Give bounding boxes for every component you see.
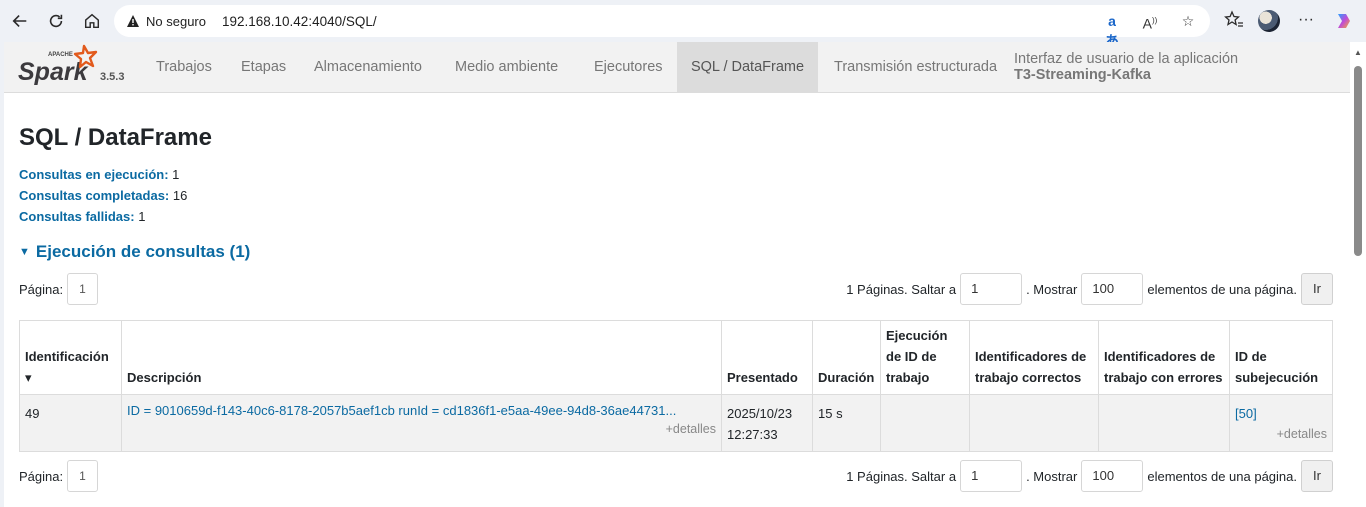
header-subejecucion[interactable]: ID de subejecución — [1229, 320, 1333, 395]
header-trabajos-correctos[interactable]: Identificadores de trabajo correctos — [969, 320, 1099, 395]
cell-description: ID = 9010659d-f143-40c6-8178-2057b5aef1c… — [121, 394, 722, 452]
summary-running-value: 1 — [172, 167, 180, 182]
pager-top: Página: 1 1 Páginas. Saltar a 1 . Mostra… — [19, 273, 1333, 307]
table-row: 49 ID = 9010659d-f143-40c6-8178-2057b5ae… — [19, 394, 1333, 452]
cell-id: 49 — [19, 394, 122, 452]
header-presentado[interactable]: Presentado — [721, 320, 813, 395]
app-title: Interfaz de usuario de la aplicación T3-… — [1014, 51, 1238, 83]
scroll-up-arrow-icon[interactable]: ▲ — [1354, 48, 1362, 57]
spark-version: 3.5.3 — [100, 71, 125, 83]
per-page-text: elementos de una página. — [1147, 468, 1297, 484]
page-size-input[interactable]: 100 — [1081, 460, 1144, 492]
show-text: . Mostrar — [1026, 468, 1078, 484]
page-label: Página: — [19, 469, 64, 484]
collapse-caret-icon: ▼ — [19, 246, 30, 258]
cell-sub-execution: [50] +detalles — [1229, 394, 1333, 452]
profile-avatar[interactable] — [1258, 10, 1280, 32]
tab-sql-dataframe[interactable]: SQL / DataFrame — [677, 42, 818, 93]
summary-completed: Consultas completadas: 16 — [19, 188, 187, 203]
summary-failed: Consultas fallidas: 1 — [19, 209, 145, 224]
back-icon[interactable] — [6, 7, 34, 35]
page-number-button[interactable]: 1 — [67, 460, 98, 492]
tab-trabajos[interactable]: Trabajos — [156, 42, 212, 93]
section-title: Ejecución de consultas (1) — [35, 242, 251, 261]
queries-table: Identificación ▾ Descripción Presentado … — [19, 320, 1333, 452]
spark-navbar: APACHE Spark 3.5.3 Trabajos Etapas Almac… — [4, 42, 1350, 93]
page-number-button[interactable]: 1 — [67, 273, 98, 305]
summary-completed-value: 16 — [172, 188, 188, 203]
sub-execution-link[interactable]: [50] — [1235, 406, 1257, 421]
header-trabajos-errores[interactable]: Identificadores de trabajo con errores — [1098, 320, 1230, 395]
header-identificacion[interactable]: Identificación ▾ — [19, 320, 122, 395]
address-bar[interactable]: No seguro 192.168.10.42:4040/SQL/ aあ A))… — [114, 5, 1210, 49]
page-size-input[interactable]: 100 — [1081, 273, 1144, 305]
browser-toolbar: No seguro 192.168.10.42:4040/SQL/ aあ A))… — [0, 0, 1366, 49]
tab-etapas[interactable]: Etapas — [241, 42, 286, 93]
summary-running: Consultas en ejecución: 1 — [19, 167, 179, 182]
warning-icon — [127, 15, 139, 27]
page-viewport: APACHE Spark 3.5.3 Trabajos Etapas Almac… — [4, 42, 1350, 507]
refresh-icon[interactable] — [42, 7, 70, 35]
summary-failed-value: 1 — [138, 209, 146, 224]
cell-failed-jobs — [1098, 394, 1230, 452]
scrollbar-thumb[interactable] — [1354, 66, 1362, 256]
jump-page-input[interactable]: 1 — [960, 460, 1023, 492]
page-label: Página: — [19, 282, 64, 297]
summary-running-link[interactable]: Consultas en ejecución: — [19, 167, 169, 182]
go-button[interactable]: Ir — [1301, 460, 1333, 492]
header-duracion[interactable]: Duración — [812, 320, 881, 395]
submitted-date: 2025/10/23 — [727, 406, 793, 421]
pager-bottom: Página: 1 1 Páginas. Saltar a 1 . Mostra… — [19, 460, 1333, 494]
cell-submitted: 2025/10/23 12:27:33 — [721, 394, 813, 452]
page-title: SQL / DataFrame — [19, 124, 212, 151]
more-menu-icon[interactable]: ··· — [1298, 11, 1314, 29]
cell-duration: 15 s — [812, 394, 881, 452]
summary-failed-link[interactable]: Consultas fallidas: — [19, 209, 135, 224]
cell-succeeded-jobs — [969, 394, 1099, 452]
summary-completed-link[interactable]: Consultas completadas: — [19, 188, 169, 203]
app-title-prefix: Interfaz de usuario de la aplicación — [1014, 51, 1239, 67]
description-details-toggle[interactable]: +detalles — [127, 419, 716, 440]
pages-text: 1 Páginas. Saltar a — [846, 281, 957, 297]
insecure-label[interactable]: No seguro — [146, 14, 206, 29]
favorites-icon[interactable] — [1224, 10, 1244, 35]
tab-medio-ambiente[interactable]: Medio ambiente — [455, 42, 558, 93]
home-icon[interactable] — [78, 7, 106, 35]
url-text[interactable]: 192.168.10.42:4040/SQL/ — [222, 14, 377, 29]
go-button[interactable]: Ir — [1301, 273, 1333, 305]
tab-transmision-estructurada[interactable]: Transmisión estructurada — [834, 42, 997, 93]
app-name: T3-Streaming-Kafka — [1014, 67, 1151, 83]
section-toggle[interactable]: ▼ Ejecución de consultas (1) — [19, 242, 250, 262]
pages-text: 1 Páginas. Saltar a — [846, 468, 957, 484]
description-link[interactable]: ID = 9010659d-f143-40c6-8178-2057b5aef1c… — [127, 403, 716, 419]
copilot-icon[interactable] — [1334, 11, 1354, 36]
header-descripcion[interactable]: Descripción — [121, 320, 722, 395]
submitted-time: 12:27:33 — [727, 427, 778, 442]
cell-running-jobs — [880, 394, 970, 452]
jump-page-input[interactable]: 1 — [960, 273, 1023, 305]
per-page-text: elementos de una página. — [1147, 281, 1297, 297]
table-header-row: Identificación ▾ Descripción Presentado … — [19, 320, 1333, 395]
page-scrollbar[interactable]: ▲ — [1350, 42, 1366, 507]
tab-ejecutores[interactable]: Ejecutores — [594, 42, 663, 93]
header-ejecucion-id[interactable]: Ejecución de ID de trabajo — [880, 320, 970, 395]
logo-spark-text: Spark — [18, 58, 89, 86]
spark-logo[interactable]: APACHE Spark — [18, 44, 108, 90]
tab-almacenamiento[interactable]: Almacenamiento — [314, 42, 422, 93]
show-text: . Mostrar — [1026, 281, 1078, 297]
sub-execution-details-toggle[interactable]: +detalles — [1235, 424, 1327, 445]
